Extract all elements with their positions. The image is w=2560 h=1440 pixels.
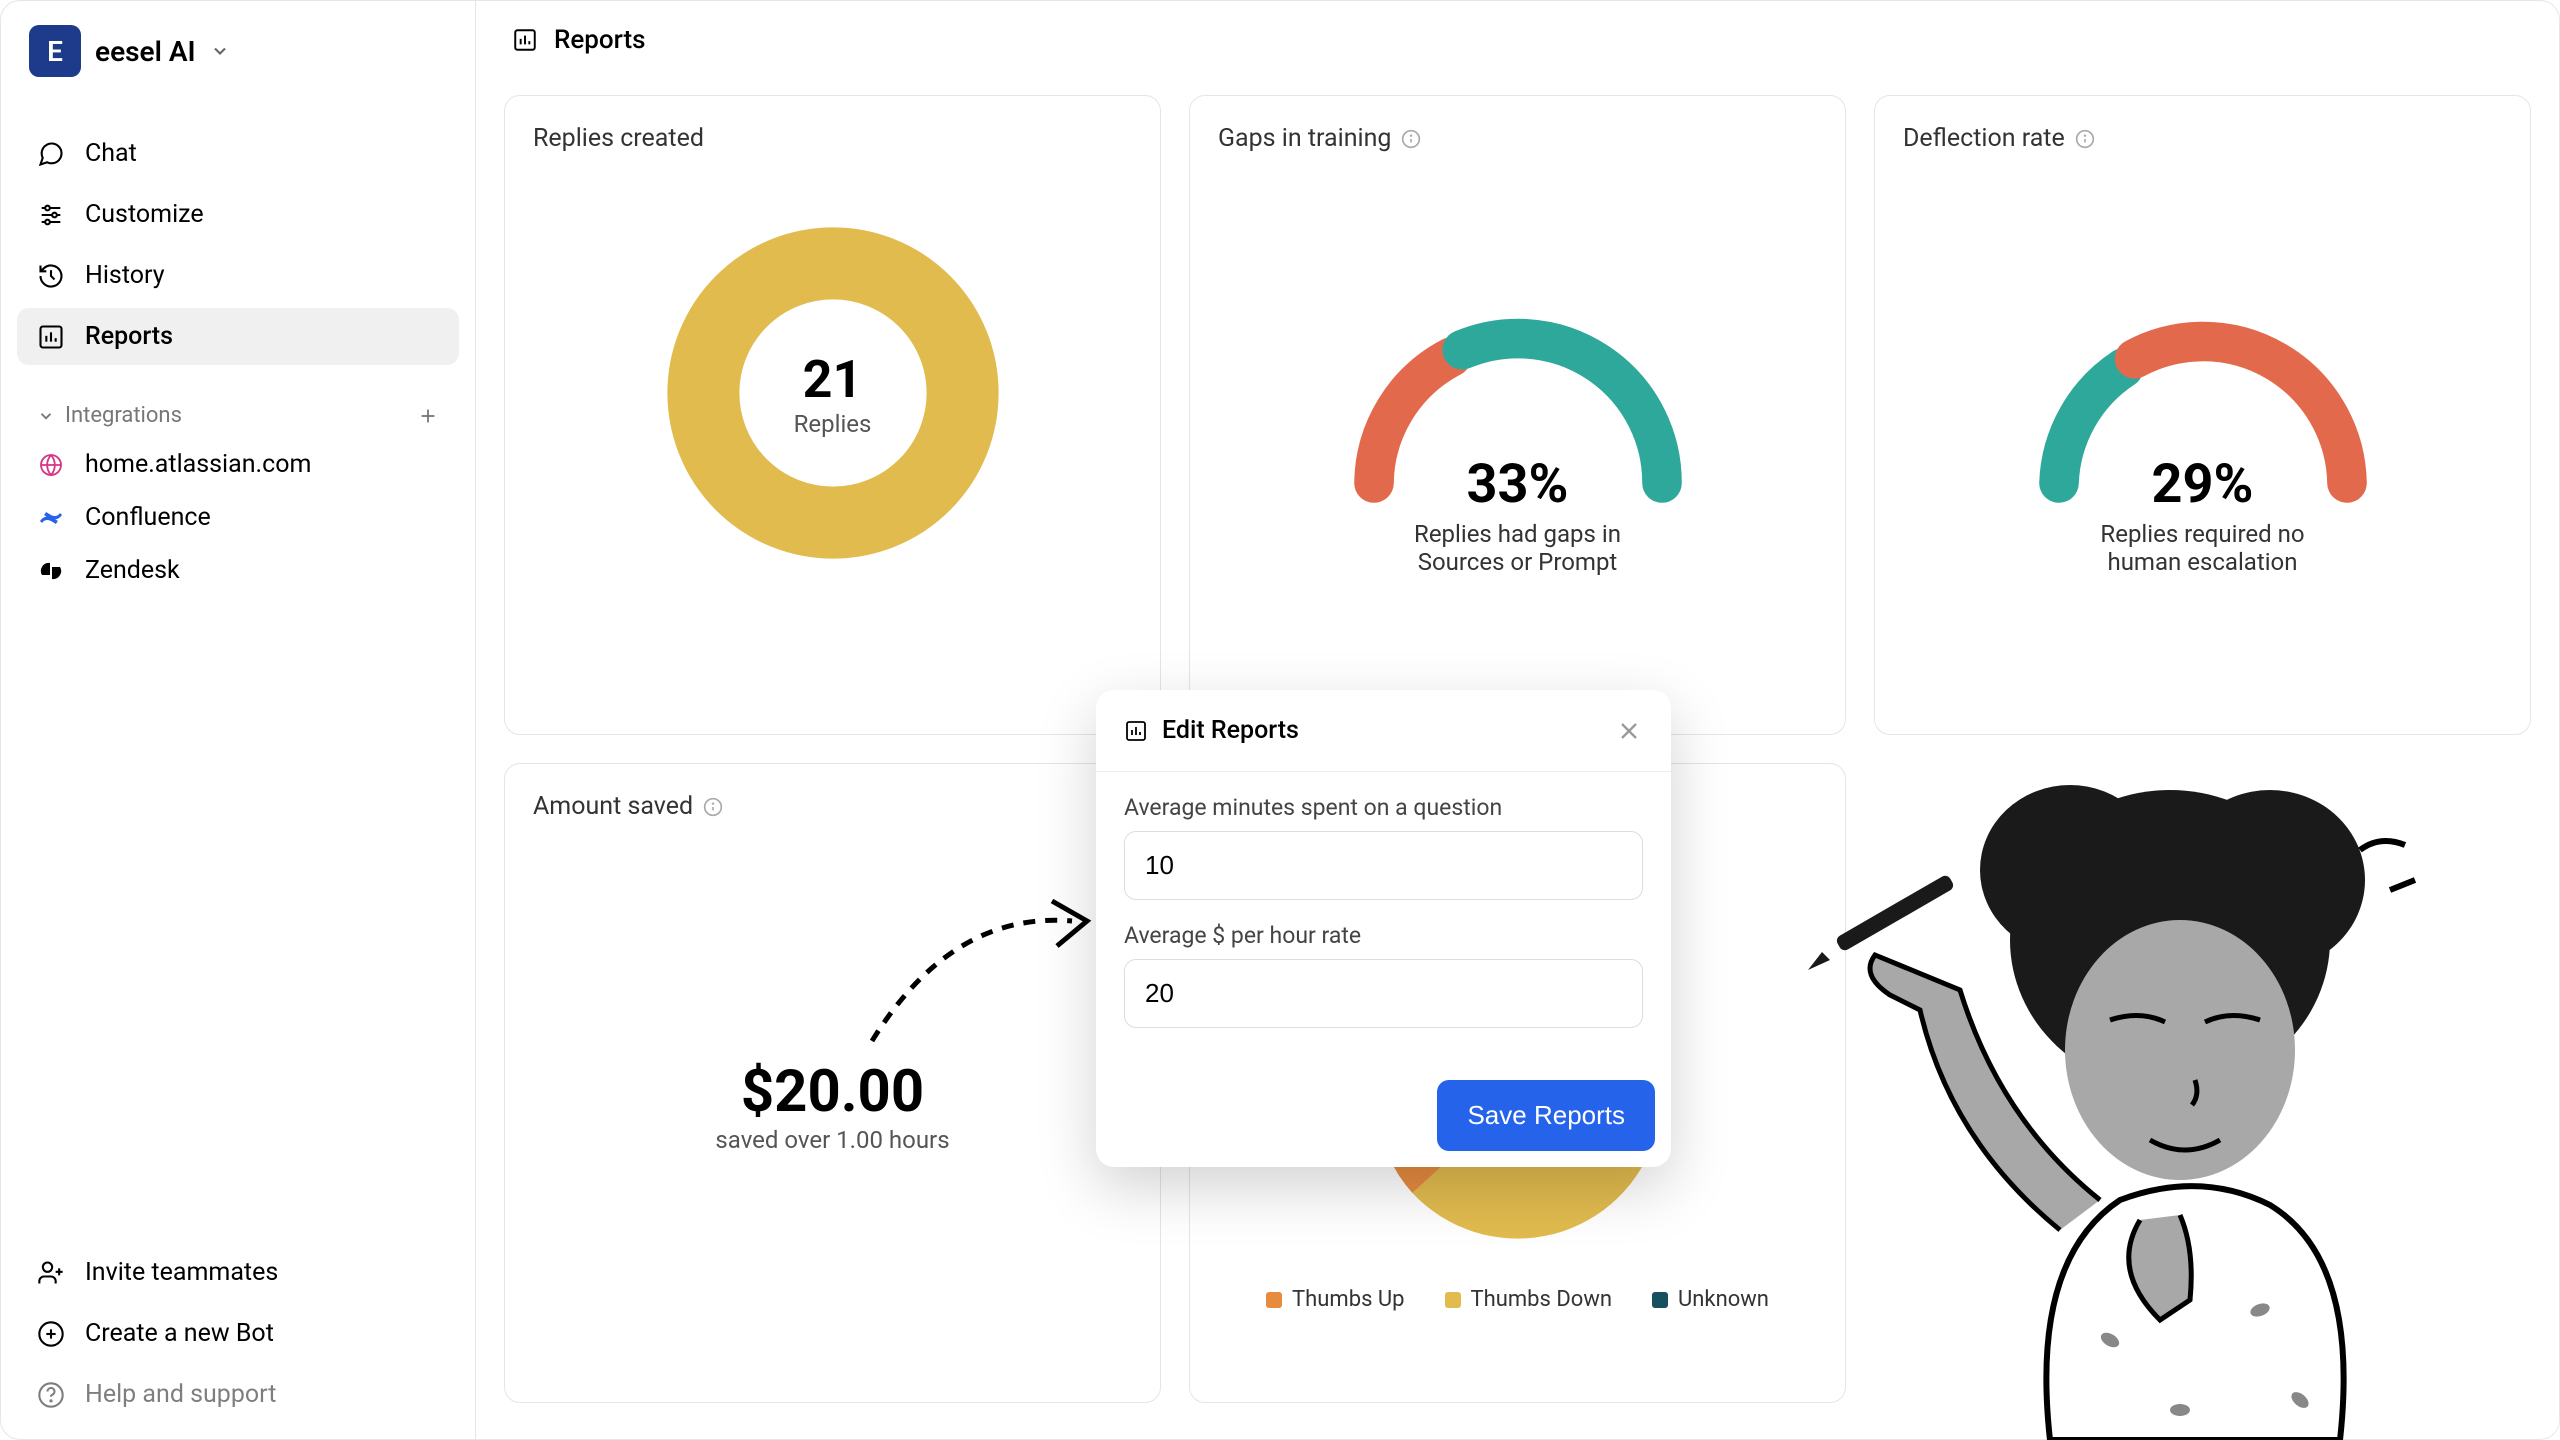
card-gaps: Gaps in training 33% Replies had gaps in… xyxy=(1189,95,1846,735)
rate-input[interactable] xyxy=(1124,959,1643,1028)
legend-swatch xyxy=(1652,1292,1668,1308)
globe-icon xyxy=(37,451,65,479)
legend-item: Unknown xyxy=(1652,1287,1769,1312)
chevron-down-icon xyxy=(37,407,55,425)
legend-swatch xyxy=(1266,1292,1282,1308)
nav-label: Chat xyxy=(85,139,137,168)
modal-footer: Save Reports xyxy=(1096,1072,1671,1167)
brand-name: eesel AI xyxy=(95,35,196,68)
legend-item: Thumbs Down xyxy=(1445,1287,1613,1312)
integrations-section: Integrations home.atlassian.com Confluen… xyxy=(17,393,459,597)
nav-label: Customize xyxy=(85,200,204,229)
reports-icon xyxy=(512,27,538,53)
footer-invite[interactable]: Invite teammates xyxy=(17,1244,459,1301)
donut-value: 21 xyxy=(794,349,872,410)
integration-atlassian[interactable]: home.atlassian.com xyxy=(17,438,459,491)
modal-title: Edit Reports xyxy=(1162,716,1299,745)
sidebar-footer: Invite teammates Create a new Bot Help a… xyxy=(17,1244,459,1423)
page-title: Reports xyxy=(554,25,646,55)
nav-history[interactable]: History xyxy=(17,247,459,304)
help-icon xyxy=(37,1381,65,1409)
modal-body: Average minutes spent on a question Aver… xyxy=(1096,772,1671,1072)
chat-icon xyxy=(37,140,65,168)
gauge-value: 33% xyxy=(1388,453,1648,516)
plus-circle-icon xyxy=(37,1320,65,1348)
reports-icon xyxy=(37,323,65,351)
donut-label: Replies xyxy=(794,410,872,438)
gauge-label: Replies required no human escalation xyxy=(2073,520,2333,576)
reports-icon xyxy=(1124,719,1148,743)
chevron-down-icon xyxy=(210,41,230,61)
illustration-person xyxy=(1800,760,2500,1440)
card-amount: Amount saved $20.00 saved over 1.00 hour… xyxy=(504,763,1161,1403)
integration-label: home.atlassian.com xyxy=(85,450,311,479)
nav-customize[interactable]: Customize xyxy=(17,186,459,243)
amount-label: saved over 1.00 hours xyxy=(715,1126,949,1154)
sidebar: E eesel AI Chat Customize History Report… xyxy=(1,1,476,1439)
info-icon[interactable] xyxy=(703,797,723,817)
page-header: Reports xyxy=(476,1,2559,79)
nav-chat[interactable]: Chat xyxy=(17,125,459,182)
amount-value: $20.00 xyxy=(741,1058,924,1126)
integrations-header[interactable]: Integrations xyxy=(17,393,459,438)
card-deflection: Deflection rate 29% Replies required no … xyxy=(1874,95,2531,735)
plus-icon[interactable] xyxy=(417,405,439,427)
save-reports-button[interactable]: Save Reports xyxy=(1437,1080,1655,1151)
legend: Thumbs Up Thumbs Down Unknown xyxy=(1266,1287,1769,1312)
users-icon xyxy=(37,1259,65,1287)
workspace-switcher[interactable]: E eesel AI xyxy=(17,17,459,85)
field-label-rate: Average $ per hour rate xyxy=(1124,922,1643,949)
footer-label: Create a new Bot xyxy=(85,1319,274,1348)
gauge-label: Replies had gaps in Sources or Prompt xyxy=(1388,520,1648,576)
footer-label: Help and support xyxy=(85,1380,276,1409)
footer-help[interactable]: Help and support xyxy=(17,1366,459,1423)
nav-label: History xyxy=(85,261,165,290)
footer-label: Invite teammates xyxy=(85,1258,278,1287)
confluence-icon xyxy=(37,504,65,532)
info-icon[interactable] xyxy=(1401,129,1421,149)
gauge-chart: 33% Replies had gaps in Sources or Promp… xyxy=(1218,173,1817,613)
card-title: Deflection rate xyxy=(1903,124,2502,153)
nav-label: Reports xyxy=(85,322,173,351)
modal-header: Edit Reports xyxy=(1096,690,1671,772)
card-title: Replies created xyxy=(533,124,1132,153)
card-replies: Replies created 21 Replies xyxy=(504,95,1161,735)
field-label-minutes: Average minutes spent on a question xyxy=(1124,794,1643,821)
customize-icon xyxy=(37,201,65,229)
brand-icon: E xyxy=(29,25,81,77)
integration-label: Confluence xyxy=(85,503,211,532)
minutes-input[interactable] xyxy=(1124,831,1643,900)
integration-label: Zendesk xyxy=(85,556,180,585)
sidebar-nav: Chat Customize History Reports xyxy=(17,125,459,365)
close-icon[interactable] xyxy=(1615,717,1643,745)
history-icon xyxy=(37,262,65,290)
card-title: Gaps in training xyxy=(1218,124,1817,153)
info-icon[interactable] xyxy=(2075,129,2095,149)
zendesk-icon xyxy=(37,557,65,585)
integration-confluence[interactable]: Confluence xyxy=(17,491,459,544)
gauge-value: 29% xyxy=(2073,453,2333,516)
legend-swatch xyxy=(1445,1292,1461,1308)
edit-reports-modal: Edit Reports Average minutes spent on a … xyxy=(1096,690,1671,1167)
integrations-label: Integrations xyxy=(65,403,182,428)
integration-zendesk[interactable]: Zendesk xyxy=(17,544,459,597)
footer-create-bot[interactable]: Create a new Bot xyxy=(17,1305,459,1362)
donut-chart: 21 Replies xyxy=(533,173,1132,613)
gauge-chart: 29% Replies required no human escalation xyxy=(1903,173,2502,613)
legend-item: Thumbs Up xyxy=(1266,1287,1404,1312)
arrow-icon xyxy=(852,881,1112,1051)
nav-reports[interactable]: Reports xyxy=(17,308,459,365)
card-title: Amount saved xyxy=(533,792,1132,821)
amount-display: $20.00 saved over 1.00 hours xyxy=(533,841,1132,1261)
